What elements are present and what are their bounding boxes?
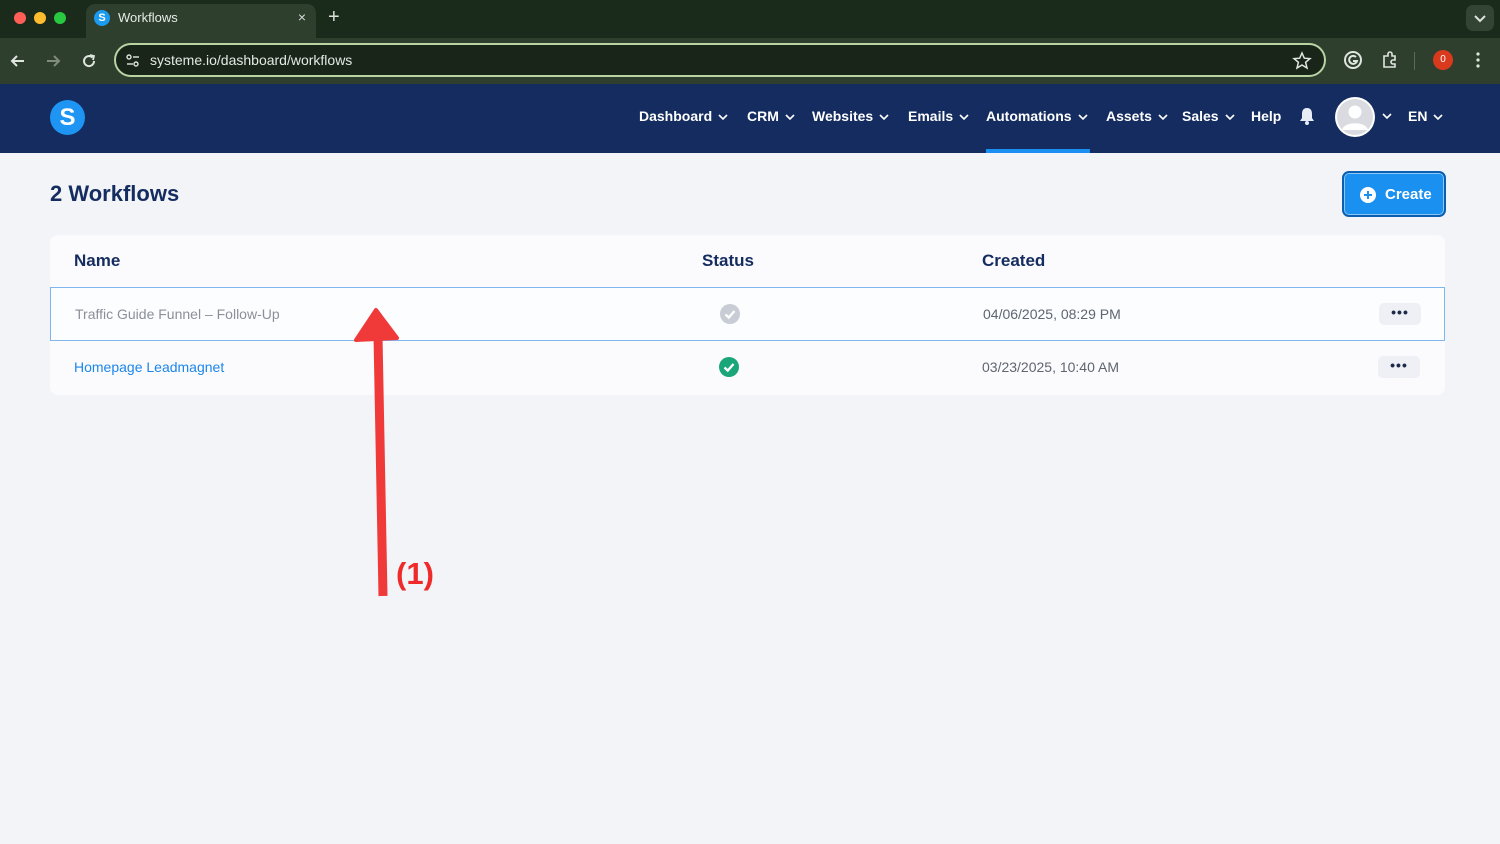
systeme-logo[interactable]: S xyxy=(50,100,85,135)
reload-icon[interactable] xyxy=(79,51,99,71)
annotation-step-label: (1) xyxy=(396,556,434,591)
nav-dashboard[interactable]: Dashboard xyxy=(639,108,728,124)
back-icon[interactable] xyxy=(8,51,28,71)
nav-help[interactable]: Help xyxy=(1251,108,1281,124)
browser-tab-strip: S Workflows × + xyxy=(0,0,1500,38)
nav-sales-label: Sales xyxy=(1182,108,1219,124)
status-active-check-icon xyxy=(719,357,739,377)
nav-help-label: Help xyxy=(1251,108,1282,124)
nav-automations-label: Automations xyxy=(986,108,1072,124)
minimize-window-button[interactable] xyxy=(34,12,46,24)
chevron-down-icon xyxy=(1158,114,1168,120)
nav-crm-label: CRM xyxy=(747,108,779,124)
nav-websites-label: Websites xyxy=(812,108,874,124)
browser-tab-workflows[interactable]: S Workflows × xyxy=(86,4,316,38)
annotation-arrow-icon xyxy=(354,308,399,597)
workflow-name-link[interactable]: Traffic Guide Funnel – Follow-Up xyxy=(75,306,280,322)
chevron-down-icon[interactable] xyxy=(1382,113,1392,120)
chevron-down-icon xyxy=(959,114,969,120)
page-title: 2 Workflows xyxy=(50,181,180,206)
nav-sales[interactable]: Sales xyxy=(1182,108,1235,124)
nav-assets[interactable]: Assets xyxy=(1106,108,1168,124)
column-header-name[interactable]: Name xyxy=(74,251,120,271)
notification-bell-icon[interactable] xyxy=(1298,106,1316,126)
extensions-puzzle-icon[interactable] xyxy=(1380,50,1400,70)
chevron-down-icon xyxy=(785,114,795,120)
created-date: 04/06/2025, 08:29 PM xyxy=(983,306,1121,322)
site-settings-icon[interactable] xyxy=(125,53,141,69)
nav-crm[interactable]: CRM xyxy=(747,108,795,124)
nav-active-indicator xyxy=(986,149,1090,153)
toolbar-divider xyxy=(1414,52,1415,70)
tab-close-icon[interactable]: × xyxy=(298,9,306,25)
created-date: 03/23/2025, 10:40 AM xyxy=(982,359,1119,375)
systeme-favicon-icon: S xyxy=(94,10,110,26)
language-label: EN xyxy=(1408,108,1428,124)
row-more-actions-button[interactable]: ••• xyxy=(1379,303,1421,325)
chevron-down-icon xyxy=(718,114,728,120)
bookmark-star-icon[interactable] xyxy=(1292,51,1312,71)
table-row[interactable]: Traffic Guide Funnel – Follow-Up 04/06/2… xyxy=(50,287,1445,341)
workflows-table: Name Status Created Traffic Guide Funnel… xyxy=(50,235,1445,395)
workflow-name-link[interactable]: Homepage Leadmagnet xyxy=(74,359,224,375)
tab-title: Workflows xyxy=(118,10,178,25)
nav-assets-label: Assets xyxy=(1106,108,1152,124)
chevron-down-icon xyxy=(1474,15,1486,23)
user-avatar[interactable] xyxy=(1335,97,1375,137)
browser-menu-icon[interactable] xyxy=(1470,50,1486,70)
nav-dashboard-label: Dashboard xyxy=(639,108,713,124)
tab-search-button[interactable] xyxy=(1466,5,1494,31)
status-inactive-check-icon xyxy=(720,304,740,324)
chevron-down-icon xyxy=(1225,114,1235,120)
close-window-button[interactable] xyxy=(14,12,26,24)
table-row[interactable]: Homepage Leadmagnet 03/23/2025, 10:40 AM… xyxy=(50,341,1445,395)
chevron-down-icon xyxy=(1433,114,1444,120)
nav-emails[interactable]: Emails xyxy=(908,108,969,124)
column-header-status[interactable]: Status xyxy=(702,251,754,271)
row-more-actions-button[interactable]: ••• xyxy=(1378,356,1420,378)
url-text: systeme.io/dashboard/workflows xyxy=(150,52,353,68)
column-header-created[interactable]: Created xyxy=(982,251,1045,271)
user-silhouette-icon xyxy=(1337,99,1373,135)
grammarly-extension-icon[interactable] xyxy=(1343,50,1363,70)
address-bar[interactable]: systeme.io/dashboard/workflows xyxy=(114,43,1326,77)
create-button-label: Create xyxy=(1385,186,1432,203)
create-workflow-button[interactable]: Create xyxy=(1342,171,1446,217)
chevron-down-icon xyxy=(879,114,889,120)
zoom-window-button[interactable] xyxy=(54,12,66,24)
browser-toolbar: systeme.io/dashboard/workflows 0 xyxy=(0,38,1500,84)
forward-icon[interactable] xyxy=(43,51,63,71)
nav-websites[interactable]: Websites xyxy=(812,108,889,124)
plus-circle-icon xyxy=(1360,187,1376,203)
nav-automations[interactable]: Automations xyxy=(986,108,1088,124)
new-tab-button[interactable]: + xyxy=(328,6,340,28)
language-selector[interactable]: EN xyxy=(1408,108,1444,124)
extension-badge-icon[interactable]: 0 xyxy=(1433,50,1453,70)
nav-emails-label: Emails xyxy=(908,108,954,124)
app-header: S Dashboard CRM Websites Emails Automati… xyxy=(0,84,1500,153)
chevron-down-icon xyxy=(1077,114,1088,120)
